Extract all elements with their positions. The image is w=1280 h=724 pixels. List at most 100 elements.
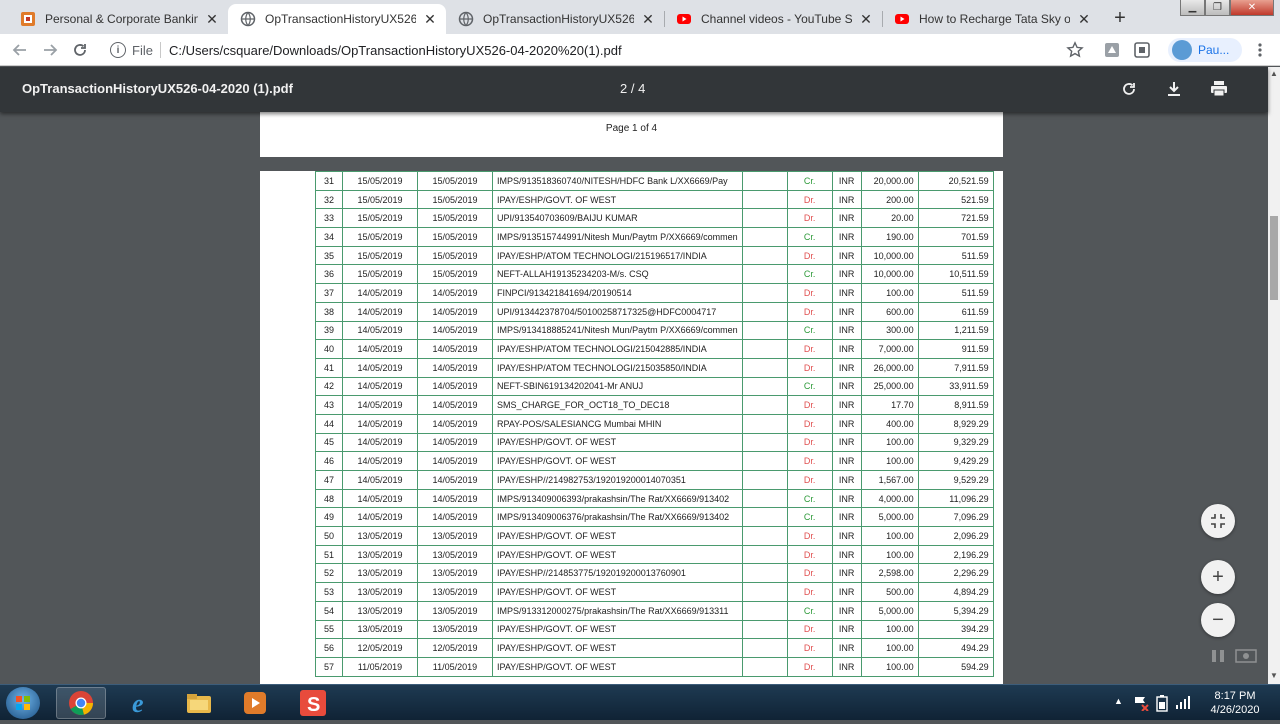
txn-type-cell: Dr. (786, 470, 833, 490)
currency-cell: INR (831, 507, 862, 528)
print-button[interactable] (1208, 78, 1230, 100)
taskbar-clock[interactable]: 8:17 PM 4/26/2020 (1200, 689, 1270, 717)
pdf-page-indicator[interactable]: 2 / 4 (620, 81, 645, 96)
page-scrollbar[interactable]: ▲ ▼ (1268, 67, 1280, 684)
recording-overlay (1209, 646, 1269, 666)
scrollbar-thumb[interactable] (1270, 216, 1278, 300)
windows-start-icon[interactable] (6, 687, 40, 719)
clock-time: 8:17 PM (1214, 690, 1256, 702)
fit-to-page-button[interactable] (1201, 504, 1235, 538)
profile-name: Pau... (1198, 43, 1230, 57)
txn-type-cell: Dr. (786, 544, 833, 565)
amount-cell: 100.00 (860, 638, 919, 658)
close-tab-icon[interactable]: ✕ (204, 11, 220, 27)
currency-cell: INR (831, 189, 862, 210)
tab-tata-sky[interactable]: How to Recharge Tata Sky onlin ✕ (882, 4, 1100, 34)
print-icon (1211, 81, 1227, 97)
table-row: 50 13/05/2019 13/05/2019 IPAY/ESHP/GOVT. OF… (315, 526, 994, 546)
row-number-cell: 56 (315, 638, 343, 658)
value-date-cell: 11/05/2019 (417, 656, 493, 677)
balance-cell: 2,096.29 (917, 526, 994, 546)
transaction-date-cell: 14/05/2019 (342, 413, 418, 434)
back-button[interactable] (8, 38, 32, 62)
extension-button[interactable] (1130, 38, 1154, 62)
description-cell: UPI/913442378704/50100258717325@HDFC0004… (492, 301, 743, 322)
camera-icon (1235, 649, 1257, 663)
address-bar[interactable]: i File C:/Users/csquare/Downloads/OpTran… (104, 37, 1100, 63)
close-tab-icon[interactable]: ✕ (1076, 11, 1092, 27)
value-date-cell: 15/05/2019 (417, 189, 493, 210)
bookmark-star-button[interactable] (1063, 38, 1087, 62)
currency-cell: INR (831, 357, 862, 378)
cheque-no-cell (741, 451, 788, 471)
screencast-icon[interactable]: S (288, 687, 338, 719)
table-row: 34 15/05/2019 15/05/2019 IMPS/913515744991/… (315, 227, 994, 247)
profile-button[interactable]: Pau... (1168, 38, 1242, 62)
battery-icon (1156, 695, 1168, 712)
scroll-down-icon[interactable]: ▼ (1270, 671, 1278, 681)
row-number-cell: 46 (315, 451, 343, 471)
txn-type-cell: Cr. (786, 227, 833, 247)
tab-personal-banking[interactable]: Personal & Corporate Banking | ✕ (8, 4, 228, 34)
balance-cell: 7,096.29 (917, 507, 994, 528)
row-number-cell: 57 (315, 656, 343, 677)
cheque-no-cell (741, 638, 788, 658)
reload-icon (74, 44, 86, 56)
value-date-cell: 13/05/2019 (417, 563, 493, 584)
balance-cell: 911.59 (917, 339, 994, 359)
balance-cell: 521.59 (917, 189, 994, 210)
extension-pdf-button[interactable] (1100, 38, 1124, 62)
close-tab-icon[interactable]: ✕ (640, 11, 656, 27)
amount-cell: 500.00 (860, 582, 919, 602)
pdf-viewer[interactable]: Page 1 of 4 31 15/05/2019 15/05/2019 IMPS/9… (0, 112, 1268, 684)
zoom-out-button[interactable]: − (1201, 603, 1235, 637)
description-cell: UPI/913540703609/BAIJU KUMAR (492, 208, 743, 229)
rotate-button[interactable] (1118, 78, 1140, 100)
row-number-cell: 47 (315, 470, 343, 490)
info-icon[interactable]: i (110, 42, 126, 58)
new-tab-button[interactable]: + (1109, 7, 1131, 29)
tab-transaction-history-active[interactable]: OpTransactionHistoryUX526-04 ✕ (228, 4, 446, 34)
row-number-cell: 35 (315, 245, 343, 266)
minimize-button[interactable]: ▁ (1180, 0, 1205, 16)
currency-cell: INR (831, 208, 862, 229)
cheque-no-cell (741, 619, 788, 640)
transaction-date-cell: 14/05/2019 (342, 357, 418, 378)
browser-menu-button[interactable] (1248, 38, 1272, 62)
network-flag-icon (1135, 697, 1149, 711)
url-text[interactable]: C:/Users/csquare/Downloads/OpTransaction… (169, 43, 622, 58)
maximize-button[interactable]: ❐ (1205, 0, 1230, 16)
value-date-cell: 13/05/2019 (417, 619, 493, 640)
currency-cell: INR (831, 301, 862, 322)
row-number-cell: 39 (315, 320, 343, 341)
tab-label: How to Recharge Tata Sky onlin (919, 12, 1070, 26)
table-row: 37 14/05/2019 14/05/2019 FINPCI/91342184169… (315, 283, 994, 303)
youtube-icon (894, 11, 910, 27)
chrome-icon[interactable] (56, 687, 106, 719)
table-row: 52 13/05/2019 13/05/2019 IPAY/ESHP//2148537… (315, 563, 994, 584)
close-tab-icon[interactable]: ✕ (858, 11, 874, 27)
download-button[interactable] (1163, 78, 1185, 100)
internet-explorer-icon[interactable]: e (116, 687, 166, 719)
tab-transaction-history[interactable]: OpTransactionHistoryUX526-04 ✕ (446, 4, 664, 34)
zoom-in-button[interactable]: + (1201, 560, 1235, 594)
tab-label: OpTransactionHistoryUX526-04 (483, 12, 634, 26)
plus-icon: + (1212, 565, 1224, 588)
show-hidden-icons[interactable]: ▲ (1114, 696, 1123, 706)
txn-type-cell: Dr. (786, 656, 833, 677)
file-explorer-icon[interactable] (174, 687, 224, 719)
close-window-button[interactable]: ✕ (1230, 0, 1274, 16)
forward-button[interactable] (38, 38, 62, 62)
star-icon (1066, 41, 1084, 58)
amount-cell: 10,000.00 (860, 264, 919, 285)
value-date-cell: 12/05/2019 (417, 638, 493, 658)
url-scheme: File (132, 43, 153, 58)
scroll-up-icon[interactable]: ▲ (1270, 69, 1278, 79)
txn-type-cell: Cr. (786, 488, 833, 509)
row-number-cell: 32 (315, 189, 343, 210)
reload-button[interactable] (68, 38, 92, 62)
media-player-icon[interactable] (230, 687, 280, 719)
cheque-no-cell (741, 283, 788, 303)
close-tab-icon[interactable]: ✕ (422, 11, 438, 27)
tab-youtube-studio[interactable]: Channel videos - YouTube Stud ✕ (664, 4, 882, 34)
